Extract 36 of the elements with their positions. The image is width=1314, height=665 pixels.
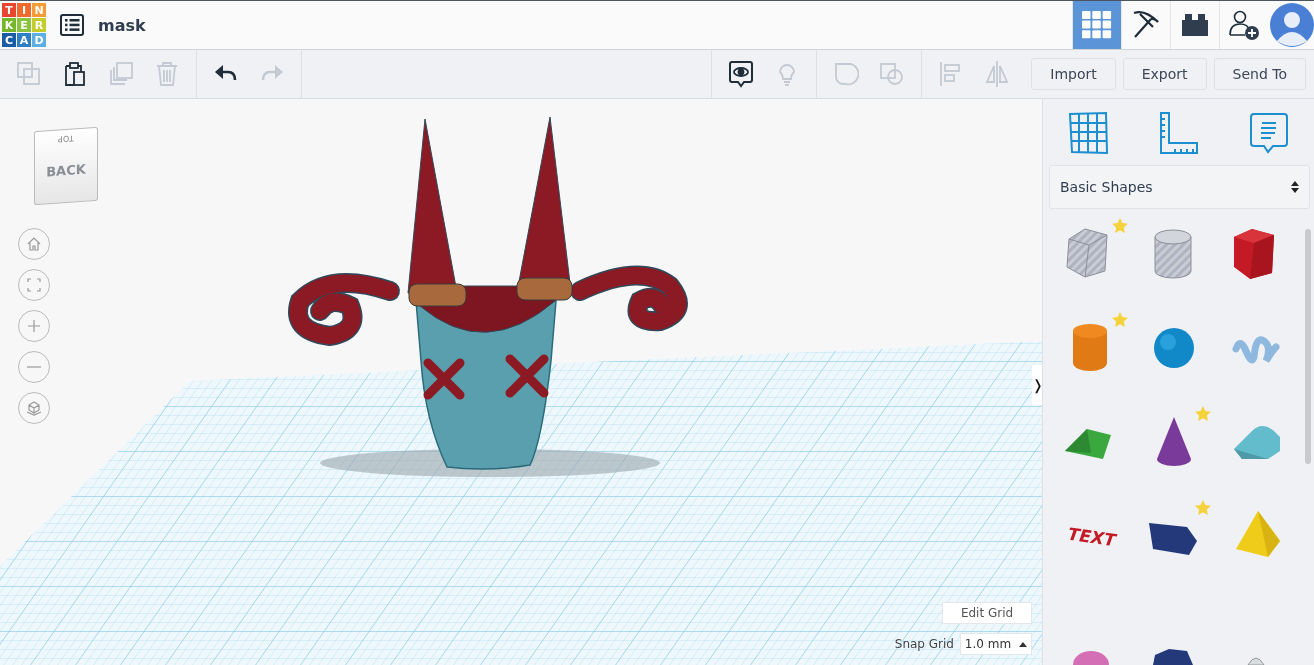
zoom-in-icon[interactable]	[18, 310, 50, 342]
cube-face-label: BACK	[46, 161, 86, 180]
notes-icon[interactable]	[1247, 111, 1290, 155]
action-button[interactable]: Import	[1031, 58, 1116, 90]
action-button[interactable]: Export	[1122, 58, 1207, 90]
logo[interactable]: T I N K E R C A D	[2, 3, 46, 47]
logo-letter: N	[32, 3, 46, 17]
avatar[interactable]	[1270, 3, 1314, 47]
logo-letter: T	[2, 3, 16, 17]
logo-letter: A	[17, 33, 31, 47]
design-list-icon[interactable]	[60, 14, 84, 36]
logo-letter: R	[32, 18, 46, 32]
action-button[interactable]: Send To	[1213, 58, 1306, 90]
logo-letter: I	[17, 3, 31, 17]
ruler-icon[interactable]	[1157, 111, 1200, 155]
design-title[interactable]: mask	[98, 15, 146, 35]
cube-icon[interactable]	[18, 392, 50, 424]
scrollbar[interactable]	[1305, 229, 1311, 464]
caret-icon	[1019, 641, 1028, 647]
snap-grid-label: Snap Grid	[894, 637, 954, 651]
grid-icon[interactable]	[1067, 111, 1110, 155]
logo-letter: E	[17, 18, 31, 32]
edit-grid-button[interactable]: Edit Grid	[942, 602, 1032, 624]
snap-grid-select[interactable]: 1.0 mm	[960, 633, 1032, 655]
category-select[interactable]: Basic Shapes	[1049, 165, 1310, 209]
fit-view-icon[interactable]	[18, 269, 50, 301]
logo-letter: C	[2, 33, 16, 47]
cube-face-label: TOP	[58, 133, 74, 144]
home-icon[interactable]	[18, 228, 50, 260]
logo-letter: K	[2, 18, 16, 32]
panel-toggle[interactable]: ❭	[1032, 365, 1042, 405]
view-cube[interactable]: TOP BACK	[34, 126, 98, 206]
sort-arrows-icon	[1291, 180, 1299, 194]
text-shape-drawing[interactable]: TEXT	[1057, 501, 1128, 571]
zoom-out-icon[interactable]	[18, 351, 50, 383]
logo-letter: D	[32, 33, 46, 47]
